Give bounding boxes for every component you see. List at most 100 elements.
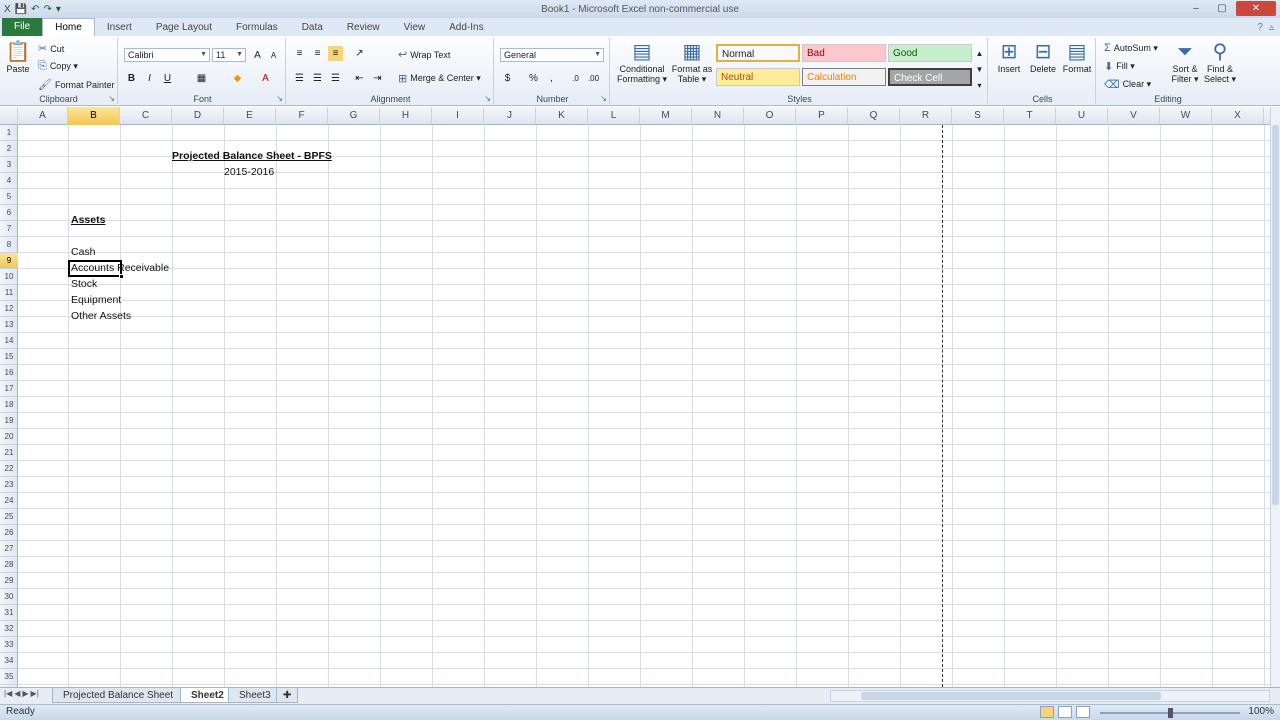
cell-other-assets[interactable]: Other Assets bbox=[71, 310, 131, 322]
row-header-22[interactable]: 22 bbox=[0, 461, 18, 477]
row-header-30[interactable]: 30 bbox=[0, 589, 18, 605]
fill-handle[interactable] bbox=[119, 274, 124, 279]
styles-scroll-up-icon[interactable]: ▲ bbox=[972, 46, 987, 61]
copy-button[interactable]: ⎘ Copy ▾ bbox=[38, 60, 78, 73]
row-header-11[interactable]: 11 bbox=[0, 285, 18, 301]
last-sheet-icon[interactable]: ▶| bbox=[31, 689, 39, 698]
zoom-level[interactable]: 100% bbox=[1248, 706, 1274, 717]
row-header-25[interactable]: 25 bbox=[0, 509, 18, 525]
active-cell-selection[interactable] bbox=[68, 260, 124, 279]
column-header-t[interactable]: T bbox=[1004, 107, 1056, 125]
italic-button[interactable]: I bbox=[142, 71, 157, 86]
row-header-20[interactable]: 20 bbox=[0, 429, 18, 445]
worksheet-grid[interactable]: ABCDEFGHIJKLMNOPQRSTUVWX 1 2 3 4 5 6 7 8 9 10 11 12… bbox=[0, 107, 1270, 687]
ribbon-minimize-icon[interactable]: ▵ bbox=[1269, 22, 1274, 33]
page-layout-view-icon[interactable] bbox=[1058, 706, 1072, 718]
sheet-tab-sheet3[interactable]: Sheet3 bbox=[228, 688, 282, 703]
column-header-k[interactable]: K bbox=[536, 107, 588, 125]
style-neutral[interactable]: Neutral bbox=[716, 68, 800, 86]
row-header-12[interactable]: 12 bbox=[0, 301, 18, 317]
cut-button[interactable]: ✂ Cut bbox=[38, 42, 64, 55]
align-right-icon[interactable]: ☰ bbox=[328, 71, 343, 86]
column-header-v[interactable]: V bbox=[1108, 107, 1160, 125]
font-color-icon[interactable]: A bbox=[258, 71, 273, 86]
sort-filter-button[interactable]: ⏷ Sort & Filter ▾ bbox=[1168, 40, 1202, 84]
number-launcher-icon[interactable]: ↘ bbox=[600, 94, 607, 103]
row-header-5[interactable]: 5 bbox=[0, 189, 18, 205]
increase-indent-icon[interactable]: ⇥ bbox=[370, 71, 385, 86]
font-launcher-icon[interactable]: ↘ bbox=[276, 94, 283, 103]
cell-title[interactable]: Projected Balance Sheet - BPFS bbox=[172, 150, 332, 162]
sheet-tab-projected-balance-sheet[interactable]: Projected Balance Sheet bbox=[52, 688, 185, 703]
row-header-4[interactable]: 4 bbox=[0, 173, 18, 189]
style-good[interactable]: Good bbox=[888, 44, 972, 62]
clear-button[interactable]: ⌫ Clear ▾ bbox=[1104, 78, 1151, 91]
vertical-scrollbar[interactable] bbox=[1270, 107, 1280, 687]
align-center-icon[interactable]: ☰ bbox=[310, 71, 325, 86]
zoom-slider[interactable] bbox=[1100, 708, 1240, 718]
comma-icon[interactable]: , bbox=[544, 71, 559, 86]
row-header-7[interactable]: 7 bbox=[0, 221, 18, 237]
row-header-8[interactable]: 8 bbox=[0, 237, 18, 253]
borders-icon[interactable]: ▦ bbox=[194, 71, 209, 86]
column-header-f[interactable]: F bbox=[276, 107, 328, 125]
column-header-s[interactable]: S bbox=[952, 107, 1004, 125]
format-button[interactable]: ▤ Format bbox=[1060, 40, 1094, 74]
find-select-button[interactable]: ⚲ Find & Select ▾ bbox=[1202, 40, 1238, 84]
column-header-u[interactable]: U bbox=[1056, 107, 1108, 125]
number-format-combo[interactable]: General ▼ bbox=[500, 48, 604, 62]
tab-home[interactable]: Home bbox=[42, 18, 95, 36]
middle-align-icon[interactable]: ≡ bbox=[310, 46, 325, 61]
help-icon[interactable]: ? bbox=[1257, 22, 1263, 33]
row-header-1[interactable]: 1 bbox=[0, 125, 18, 141]
vertical-scroll-thumb[interactable] bbox=[1272, 125, 1279, 505]
row-header-34[interactable]: 34 bbox=[0, 653, 18, 669]
zoom-knob[interactable] bbox=[1168, 708, 1173, 718]
row-header-29[interactable]: 29 bbox=[0, 573, 18, 589]
row-header-16[interactable]: 16 bbox=[0, 365, 18, 381]
row-header-17[interactable]: 17 bbox=[0, 381, 18, 397]
row-header-28[interactable]: 28 bbox=[0, 557, 18, 573]
row-header-6[interactable]: 6 bbox=[0, 205, 18, 221]
sheet-tab-sheet2[interactable]: Sheet2 bbox=[180, 688, 235, 703]
bottom-align-icon[interactable]: ≡ bbox=[328, 46, 343, 61]
minimize-button[interactable]: – bbox=[1184, 1, 1208, 16]
column-header-x[interactable]: X bbox=[1212, 107, 1264, 125]
currency-icon[interactable]: $ bbox=[500, 71, 515, 86]
style-normal[interactable]: Normal bbox=[716, 44, 800, 62]
column-header-d[interactable]: D bbox=[172, 107, 224, 125]
next-sheet-icon[interactable]: ▶ bbox=[22, 689, 28, 698]
cell-stock[interactable]: Stock bbox=[71, 278, 97, 290]
row-header-31[interactable]: 31 bbox=[0, 605, 18, 621]
horizontal-scroll-thumb[interactable] bbox=[861, 692, 1161, 700]
style-check-cell[interactable]: Check Cell bbox=[888, 68, 972, 86]
normal-view-icon[interactable] bbox=[1040, 706, 1054, 718]
increase-decimal-icon[interactable]: .0 bbox=[568, 71, 583, 86]
row-header-27[interactable]: 27 bbox=[0, 541, 18, 557]
paste-button[interactable]: 📋 Paste bbox=[4, 40, 32, 74]
row-header-2[interactable]: 2 bbox=[0, 141, 18, 157]
row-header-21[interactable]: 21 bbox=[0, 445, 18, 461]
styles-scroll-down-icon[interactable]: ▼ bbox=[972, 62, 987, 77]
tab-add-ins[interactable]: Add-Ins bbox=[437, 20, 495, 36]
percent-icon[interactable]: % bbox=[526, 71, 541, 86]
styles-more-icon[interactable]: ▾ bbox=[972, 78, 987, 93]
row-header-14[interactable]: 14 bbox=[0, 333, 18, 349]
row-header-3[interactable]: 3 bbox=[0, 157, 18, 173]
tab-file[interactable]: File bbox=[2, 18, 43, 36]
font-name-combo[interactable]: Calibri ▼ bbox=[124, 48, 210, 62]
cell-cash[interactable]: Cash bbox=[71, 246, 96, 258]
grow-font-button[interactable]: A bbox=[250, 48, 265, 63]
horizontal-scrollbar[interactable] bbox=[830, 690, 1270, 702]
wrap-text-button[interactable]: ↩ Wrap Text bbox=[398, 48, 450, 61]
align-left-icon[interactable]: ☰ bbox=[292, 71, 307, 86]
style-calculation[interactable]: Calculation bbox=[802, 68, 886, 86]
fill-button[interactable]: ⬇ Fill ▾ bbox=[1104, 60, 1135, 73]
font-size-combo[interactable]: 11 ▼ bbox=[212, 48, 246, 62]
column-header-w[interactable]: W bbox=[1160, 107, 1212, 125]
cell-period[interactable]: 2015-2016 bbox=[224, 166, 274, 178]
bold-button[interactable]: B bbox=[124, 71, 139, 86]
delete-button[interactable]: ⊟ Delete bbox=[1026, 40, 1060, 74]
orientation-icon[interactable]: ↗ bbox=[352, 46, 367, 61]
merge-center-button[interactable]: ⊞ Merge & Center ▾ bbox=[398, 72, 481, 85]
